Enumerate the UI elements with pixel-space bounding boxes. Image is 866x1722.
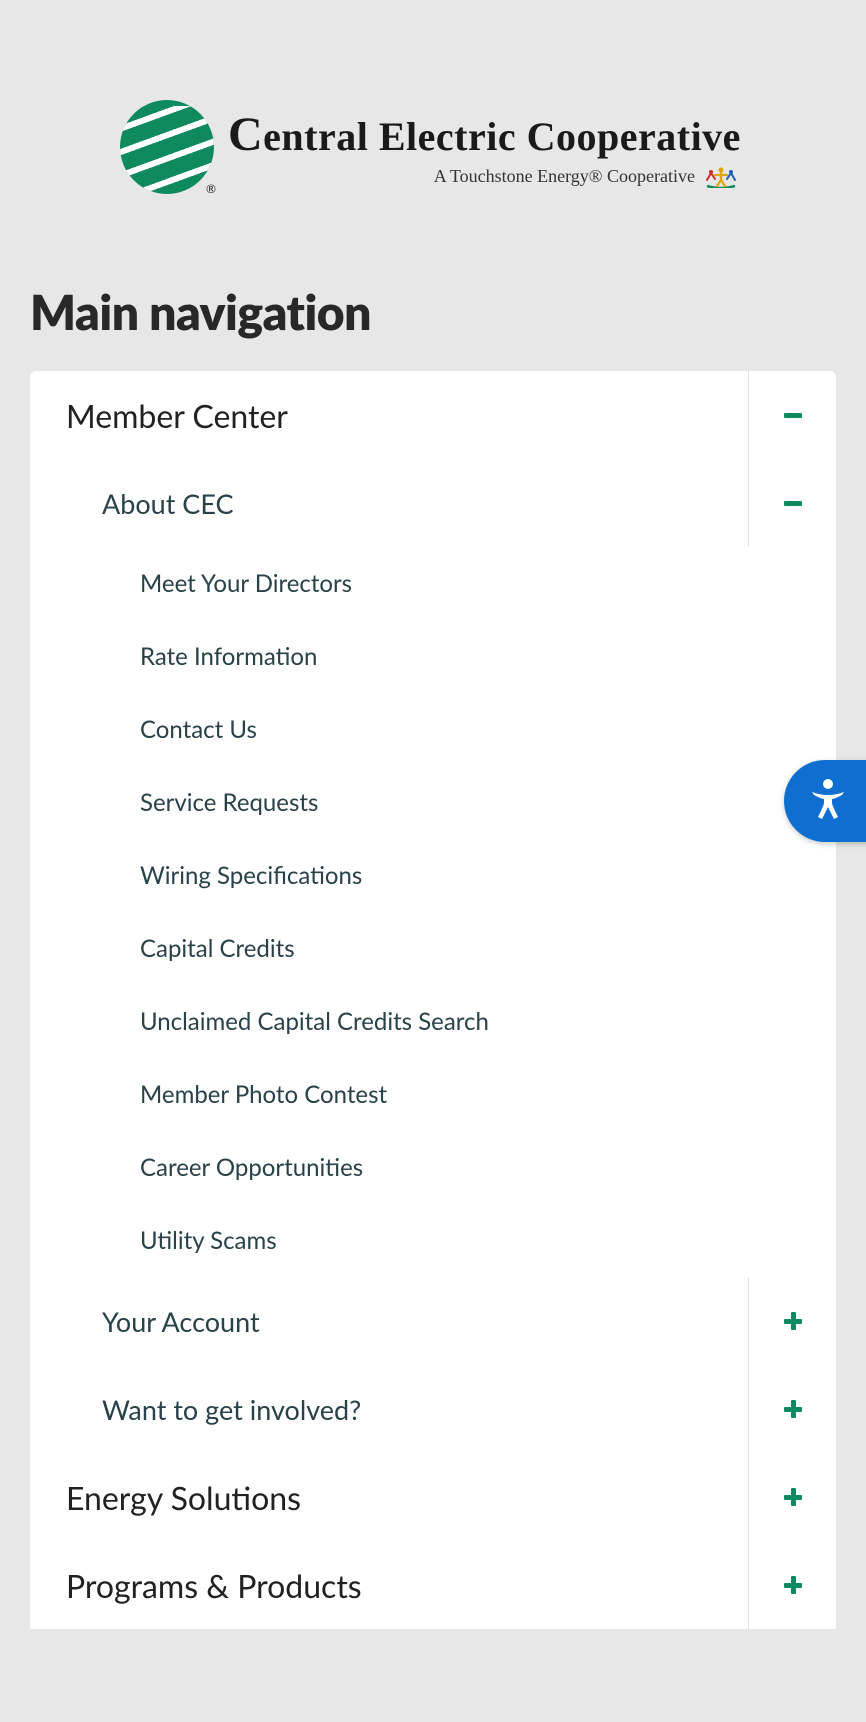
logo-tagline: A Touchstone Energy® Cooperative [434,166,695,187]
nav-link-unclaimed-capital-credits-search[interactable]: Unclaimed Capital Credits Search [30,985,836,1058]
nav-item-about-cec: About CEC Meet Your Directors Rate Infor… [30,459,836,1277]
nav-link-meet-your-directors[interactable]: Meet Your Directors [30,547,836,620]
plus-icon [781,1309,805,1333]
touchstone-people-icon [701,166,741,188]
expand-toggle-programs-products[interactable] [748,1541,836,1629]
collapse-toggle-about-cec[interactable] [748,459,836,547]
nav-link-contact-us[interactable]: Contact Us [30,693,836,766]
logo-mark-icon [120,100,214,194]
nav-link-programs-products[interactable]: Programs & Products [30,1542,748,1629]
nav-link-get-involved[interactable]: Want to get involved? [30,1367,748,1452]
main-navigation-heading: Main navigation [30,284,836,341]
nav-link-your-account[interactable]: Your Account [30,1279,748,1364]
nav-link-service-requests[interactable]: Service Requests [30,766,836,839]
nav-link-rate-information[interactable]: Rate Information [30,620,836,693]
expand-toggle-energy-solutions[interactable] [748,1453,836,1541]
logo-name: Central Electric Cooperative [228,107,741,162]
nav-link-utility-scams[interactable]: Utility Scams [30,1204,836,1277]
main-navigation-panel: Member Center About CEC Me [30,371,836,1629]
nav-item-member-center: Member Center About CEC Me [30,371,836,1453]
expand-toggle-your-account[interactable] [748,1277,836,1365]
nav-link-member-photo-contest[interactable]: Member Photo Contest [30,1058,836,1131]
collapse-toggle-member-center[interactable] [748,371,836,459]
plus-icon [781,1485,805,1509]
accessibility-person-icon [804,775,852,827]
minus-icon [781,491,805,515]
accessibility-button[interactable] [784,760,866,842]
nav-link-energy-solutions[interactable]: Energy Solutions [30,1454,748,1541]
nav-link-wiring-specifications[interactable]: Wiring Specifications [30,839,836,912]
nav-item-get-involved: Want to get involved? [30,1365,836,1453]
plus-icon [781,1573,805,1597]
nav-link-capital-credits[interactable]: Capital Credits [30,912,836,985]
nav-link-career-opportunities[interactable]: Career Opportunities [30,1131,836,1204]
nav-link-member-center[interactable]: Member Center [30,372,748,459]
minus-icon [781,403,805,427]
nav-link-about-cec[interactable]: About CEC [30,461,748,546]
nav-item-your-account: Your Account [30,1277,836,1365]
registered-symbol: ® [206,181,216,196]
expand-toggle-get-involved[interactable] [748,1365,836,1453]
site-logo[interactable]: ® Central Electric Cooperative A Touchst… [30,0,836,244]
nav-item-energy-solutions: Energy Solutions [30,1453,836,1541]
plus-icon [781,1397,805,1421]
nav-item-programs-products: Programs & Products [30,1541,836,1629]
